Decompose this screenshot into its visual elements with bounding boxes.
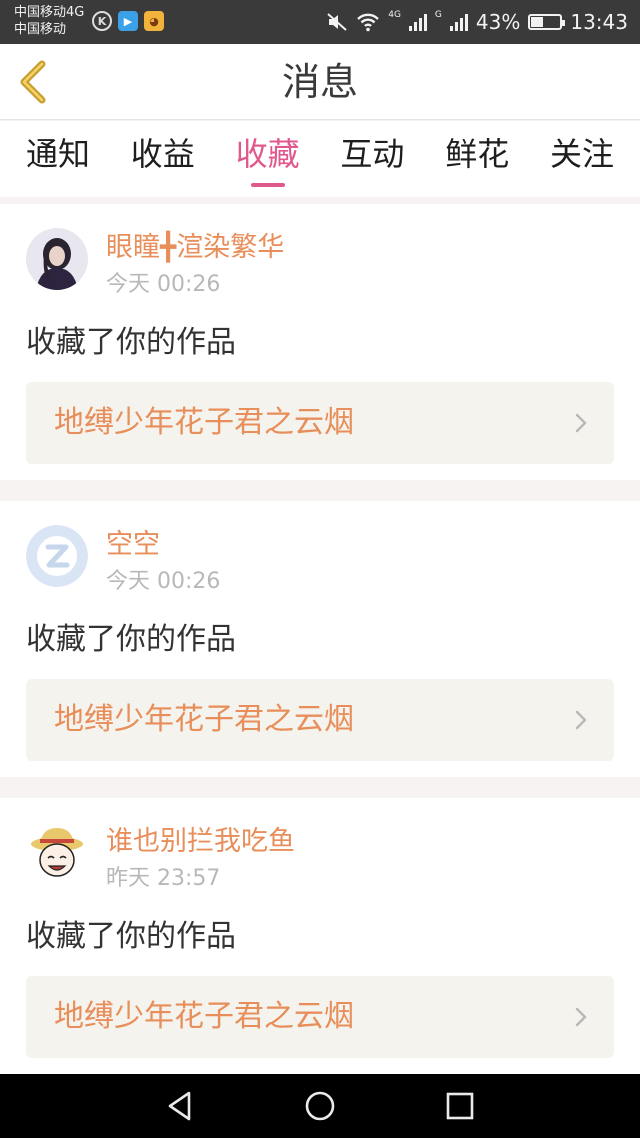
action-text: 收藏了你的作品: [26, 622, 236, 657]
chevron-right-icon: [575, 1007, 587, 1027]
page-title: 消息: [281, 60, 358, 104]
girl-photo-avatar[interactable]: [26, 228, 88, 290]
header: 消息: [0, 44, 640, 120]
k-app-icon: K: [92, 11, 112, 31]
tab-bar: 通知 收益 收藏 互动 鲜花 关注: [0, 121, 640, 197]
message-card: 空空今天 00:26 收藏了你的作品地缚少年花子君之云烟: [0, 501, 640, 777]
cat-app-icon: ◕: [144, 11, 164, 31]
system-nav-bar: [0, 1074, 640, 1138]
chevron-right-icon: [575, 413, 587, 433]
carrier-info: 中国移动4G 中国移动: [14, 4, 84, 38]
network-label-g: G: [434, 10, 442, 20]
signal-icon: [408, 13, 427, 31]
mute-icon: [327, 13, 347, 31]
battery-percent: 43%: [475, 10, 521, 34]
tab-0[interactable]: 通知: [26, 121, 90, 197]
work-title: 地缚少年花子君之云烟: [54, 702, 354, 737]
battery-fill: [531, 17, 544, 27]
work-link[interactable]: 地缚少年花子君之云烟: [26, 382, 614, 464]
action-text: 收藏了你的作品: [26, 325, 236, 360]
message-time: 今天 00:26: [106, 272, 221, 297]
nav-home-button[interactable]: [300, 1086, 340, 1126]
work-title: 地缚少年花子君之云烟: [54, 999, 354, 1034]
back-triangle-icon: [168, 1091, 191, 1121]
user-name[interactable]: 空空: [106, 527, 160, 563]
network-label-4g: 4G: [388, 10, 401, 20]
user-name[interactable]: 谁也别拦我吃鱼: [106, 824, 295, 860]
user-name[interactable]: 眼瞳╋渲染繁华: [106, 230, 284, 266]
message-time: 昨天 23:57: [106, 866, 221, 891]
tab-5[interactable]: 关注: [550, 121, 614, 197]
wifi-icon: [357, 13, 380, 32]
message-list: 眼瞳╋渲染繁华 今天 00:26 收藏了你的作品 地缚少年花子君之云烟 空空 今天 00:…: [0, 204, 640, 1095]
nav-back-button[interactable]: [160, 1086, 200, 1126]
notification-icons: K ▶ ◕: [92, 11, 164, 31]
clock: 13:43: [570, 10, 628, 34]
carrier-line-1: 中国移动4G: [14, 5, 85, 20]
tab-4[interactable]: 鲜花: [445, 121, 509, 197]
work-link[interactable]: 地缚少年花子君之云烟: [26, 976, 614, 1058]
battery-icon: [528, 14, 566, 30]
recent-square-icon: [446, 1092, 474, 1120]
tab-2[interactable]: 收藏: [236, 121, 300, 197]
message-card: 谁也别拦我吃鱼昨天 23:57 收藏了你的作品地缚少年花子君之云烟: [0, 798, 640, 1074]
status-bar: 中国移动4G 中国移动 K ▶ ◕ 4G G 43% 13:43: [0, 0, 640, 44]
default-z-avatar[interactable]: [26, 525, 88, 587]
chevron-right-icon: [575, 710, 587, 730]
home-circle-icon: [305, 1091, 335, 1121]
message-time: 今天 00:26: [106, 569, 221, 594]
message-card: 眼瞳╋渲染繁华今天 00:26 收藏了你的作品地缚少年花子君之云烟: [0, 204, 640, 480]
work-link[interactable]: 地缚少年花子君之云烟: [26, 679, 614, 761]
video-app-icon: ▶: [118, 11, 138, 31]
action-text: 收藏了你的作品: [26, 919, 236, 954]
straw-hat-avatar[interactable]: [26, 822, 88, 884]
status-right: 4G G 43% 13:43: [326, 6, 628, 38]
nav-recents-button[interactable]: [440, 1086, 480, 1126]
signal-icon-2: [449, 13, 468, 31]
tab-1[interactable]: 收益: [131, 121, 195, 197]
work-title: 地缚少年花子君之云烟: [54, 405, 354, 440]
tab-3[interactable]: 互动: [340, 121, 404, 197]
carrier-line-2: 中国移动: [14, 22, 67, 37]
